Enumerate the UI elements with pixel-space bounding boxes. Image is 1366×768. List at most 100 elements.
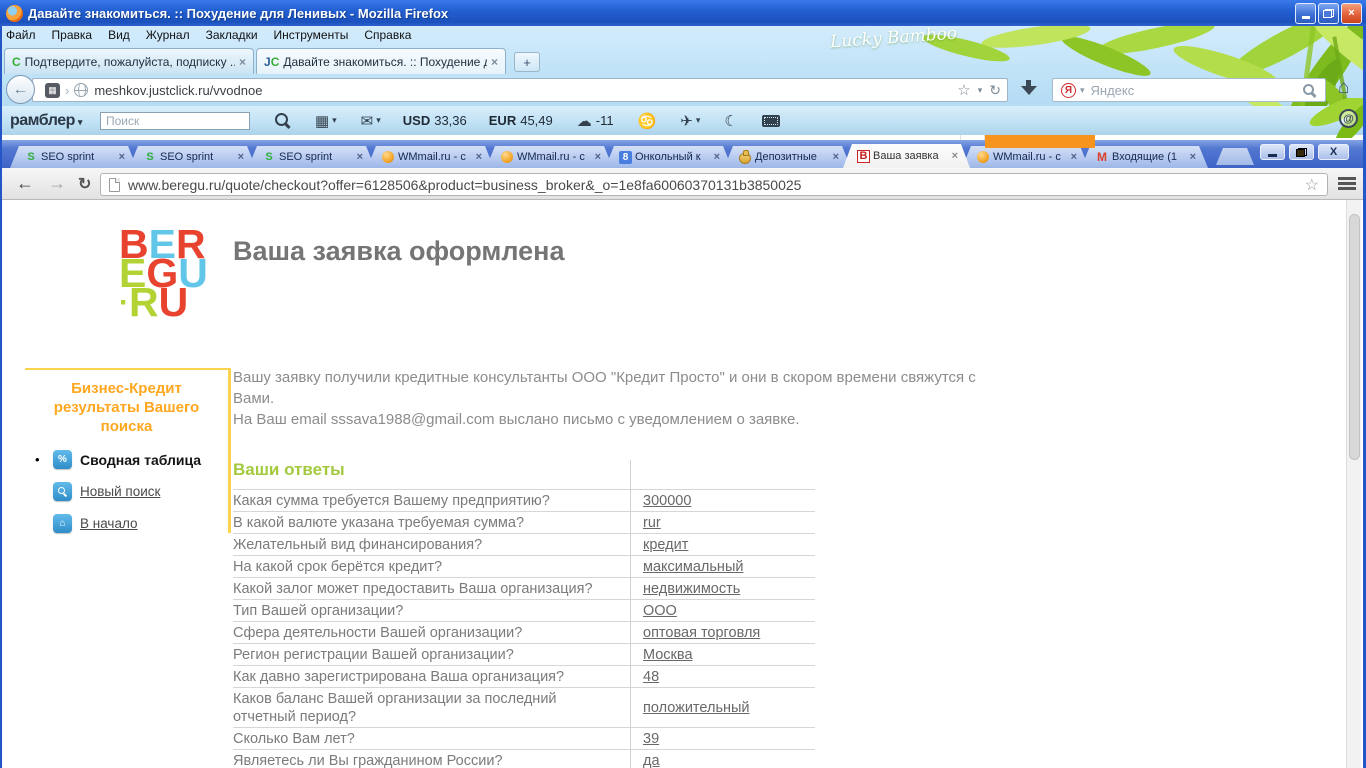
moon-icon[interactable]: ☾	[724, 112, 737, 130]
chrome-back-button[interactable]: ←	[16, 173, 34, 194]
tab-close-icon[interactable]: ×	[1190, 151, 1196, 163]
window-titlebar: Давайте знакомиться. :: Похудение для Ле…	[0, 0, 1366, 26]
search-icon[interactable]	[1302, 83, 1317, 98]
close-button[interactable]: ×	[1341, 2, 1362, 24]
mail-icon[interactable]: ✉	[361, 112, 374, 130]
minimize-button[interactable]	[1295, 2, 1316, 24]
tab-close-icon[interactable]: ×	[1071, 151, 1077, 163]
sidebar-item-new-search[interactable]: Новый поиск	[53, 482, 228, 501]
chrome-forward-button[interactable]: →	[48, 173, 66, 194]
tab-close-icon[interactable]: ×	[119, 151, 125, 163]
rambler-search-input[interactable]: Поиск	[99, 111, 250, 130]
answer-link[interactable]: 300000	[643, 493, 691, 509]
apps-grid-icon[interactable]: ▦	[315, 112, 329, 130]
tab-close-icon[interactable]: ×	[595, 151, 601, 163]
weather-cloud-icon[interactable]: ☁	[577, 112, 592, 130]
new-tab-button[interactable]: +	[514, 52, 540, 72]
dropdown-icon[interactable]: ▾	[978, 85, 983, 96]
chrome-tab-gmail[interactable]: M Входящие (1 ×	[1081, 146, 1208, 168]
answer-link[interactable]: 39	[643, 731, 659, 747]
answer-link[interactable]: максимальный	[643, 559, 743, 575]
chrome-tab-active-zayavka[interactable]: B Ваша заявка ×	[843, 144, 970, 168]
ticket-icon[interactable]	[761, 114, 780, 127]
home-button[interactable]: ⌂	[1338, 77, 1349, 99]
yandex-icon[interactable]: Я	[1061, 82, 1076, 98]
chrome-restore-button[interactable]	[1289, 144, 1314, 160]
chrome-tab-seo-3[interactable]: S SEO sprint ×	[248, 146, 375, 168]
menu-tools[interactable]: Инструменты	[274, 28, 349, 42]
page-icon	[109, 177, 120, 192]
reload-icon[interactable]: ↻	[989, 82, 1001, 99]
rambler-toolbar: рамблер ▾ Поиск ▦ ▾ ✉ ▾ USD 33,36 EUR 45,49 ☁…	[0, 98, 1366, 138]
bookmark-star-icon[interactable]: ☆	[957, 81, 970, 99]
answer-link[interactable]: оптовая торговля	[643, 625, 760, 641]
scrollbar-thumb[interactable]	[1349, 214, 1360, 460]
tab-close-icon[interactable]: ×	[357, 151, 363, 163]
chrome-new-tab-button[interactable]	[1216, 148, 1254, 165]
chrome-reload-button[interactable]: ↻	[78, 174, 91, 194]
money-bag-favicon	[738, 150, 752, 164]
chrome-tab-seo-1[interactable]: S SEO sprint ×	[10, 146, 137, 168]
google-favicon: 8	[619, 151, 632, 164]
sidebar-heading: Бизнес-Кредит результаты Вашего поиска	[53, 380, 200, 435]
address-bar[interactable]: ▦ › meshkov.justclick.ru/vvodnoe ☆ ▾ ↻	[32, 78, 1008, 102]
search-placeholder[interactable]: Яндекс	[1091, 83, 1302, 98]
tab-close-icon[interactable]: ×	[476, 151, 482, 163]
answer-link[interactable]: кредит	[643, 537, 688, 553]
tab-close-icon[interactable]: ×	[833, 151, 839, 163]
percent-icon: %	[53, 450, 72, 469]
tab-close-icon[interactable]: ×	[714, 151, 720, 163]
answer-link[interactable]: да	[643, 753, 660, 768]
sidebar-item-home[interactable]: ⌂ В начало	[53, 514, 228, 533]
yandex-search-box[interactable]: Я ▾ Яндекс	[1052, 78, 1326, 102]
mail-dropdown-icon[interactable]: ▾	[376, 115, 381, 126]
restore-button[interactable]	[1318, 2, 1339, 24]
chrome-minimize-button[interactable]	[1260, 144, 1285, 160]
chrome-address-bar[interactable]: www.beregu.ru/quote/checkout?offer=61285…	[100, 173, 1328, 196]
chrome-tab-seo-2[interactable]: S SEO sprint ×	[129, 146, 256, 168]
tab-close-icon[interactable]: ×	[238, 151, 244, 163]
menu-file[interactable]: Файл	[6, 28, 36, 42]
horoscope-icon[interactable]: ♋	[638, 112, 657, 130]
chrome-tab-wmmail-3[interactable]: WMmail.ru - c ×	[962, 146, 1089, 168]
chrome-menu-icon[interactable]	[1338, 177, 1356, 191]
sidebar-item-summary[interactable]: • % Сводная таблица	[35, 450, 228, 469]
send-plane-icon[interactable]: ✈	[680, 112, 693, 130]
plane-dropdown-icon[interactable]: ▾	[696, 115, 701, 126]
close-icon: ×	[1348, 7, 1355, 19]
table-row: На какой срок берётся кредит? максимальны…	[233, 556, 815, 578]
chrome-close-button[interactable]: X	[1318, 144, 1349, 160]
answer-link[interactable]: недвижимость	[643, 581, 740, 597]
rambler-brand[interactable]: рамблер ▾	[10, 112, 82, 130]
rambler-search-icon[interactable]	[274, 112, 291, 129]
chrome-tab-wmmail-2[interactable]: WMmail.ru - c ×	[486, 146, 613, 168]
firefox-tab-active[interactable]: JC Давайте знакомиться. :: Похудение д..…	[256, 48, 506, 74]
url-text[interactable]: meshkov.justclick.ru/vvodnoe	[94, 83, 957, 98]
menu-history[interactable]: Журнал	[146, 28, 190, 42]
answer-link[interactable]: 48	[643, 669, 659, 685]
menu-help[interactable]: Справка	[364, 28, 411, 42]
search-engine-dropdown-icon[interactable]: ▾	[1080, 85, 1085, 96]
apps-dropdown-icon[interactable]: ▾	[332, 115, 337, 126]
tab-close-icon[interactable]: ×	[491, 55, 498, 69]
tab-close-icon[interactable]: ×	[239, 55, 246, 69]
menu-view[interactable]: Вид	[108, 28, 130, 42]
vertical-scrollbar[interactable]	[1346, 200, 1361, 768]
back-button[interactable]: ←	[6, 75, 35, 104]
answer-link[interactable]: Москва	[643, 647, 693, 663]
rambler-assistant-icon[interactable]: @	[1339, 109, 1358, 128]
chrome-tab-deposit[interactable]: Депозитные ×	[724, 146, 851, 168]
menu-edit[interactable]: Правка	[52, 28, 93, 42]
menu-bookmarks[interactable]: Закладки	[206, 28, 258, 42]
downloads-button[interactable]	[1020, 80, 1038, 98]
rambler-dropdown-icon: ▾	[77, 116, 83, 127]
answer-link[interactable]: положительный	[643, 700, 750, 716]
tab-close-icon[interactable]: ×	[952, 150, 958, 162]
firefox-tab-subscribe[interactable]: C Подтвердите, пожалуйста, подписку ... …	[4, 48, 254, 74]
chrome-tab-onkolny[interactable]: 8 Онкольный к ×	[605, 146, 732, 168]
chrome-url-text[interactable]: www.beregu.ru/quote/checkout?offer=61285…	[128, 177, 1305, 193]
chrome-tab-wmmail-1[interactable]: WMmail.ru - c ×	[367, 146, 494, 168]
chrome-bookmark-star-icon[interactable]: ☆	[1305, 175, 1319, 195]
answer-link[interactable]: ООО	[643, 603, 677, 619]
answer-link[interactable]: rur	[643, 515, 661, 531]
